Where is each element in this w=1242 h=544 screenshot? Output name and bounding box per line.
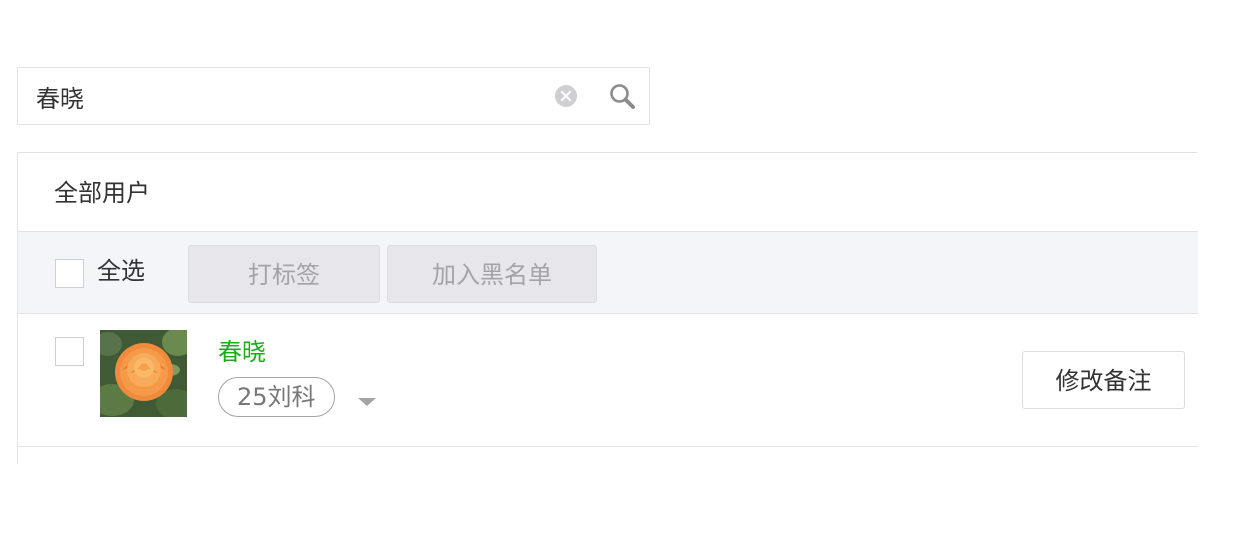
user-name[interactable]: 春晓 bbox=[218, 336, 266, 368]
user-tag-badge: 25刘科 bbox=[218, 377, 335, 417]
user-row-checkbox[interactable] bbox=[55, 337, 84, 366]
add-to-blacklist-button[interactable]: 加入黑名单 bbox=[387, 245, 597, 303]
chevron-down-icon[interactable] bbox=[358, 398, 376, 406]
panel-title: 全部用户 bbox=[54, 179, 150, 207]
clear-icon[interactable] bbox=[554, 84, 578, 108]
avatar[interactable] bbox=[100, 330, 187, 417]
search-input[interactable] bbox=[36, 68, 536, 124]
tag-button[interactable]: 打标签 bbox=[188, 245, 380, 303]
select-all-checkbox[interactable] bbox=[55, 259, 84, 288]
select-all-label[interactable]: 全选 bbox=[97, 255, 145, 287]
search-icon[interactable] bbox=[608, 82, 636, 110]
user-row: 春晓 25刘科 修改备注 bbox=[18, 314, 1198, 447]
edit-remark-button[interactable]: 修改备注 bbox=[1022, 351, 1185, 409]
bulk-action-toolbar: 全选 打标签 加入黑名单 bbox=[18, 232, 1198, 314]
search-box bbox=[17, 67, 650, 125]
user-panel: 全部用户 全选 打标签 加入黑名单 春晓 25刘科 修改备注 bbox=[17, 152, 1198, 464]
